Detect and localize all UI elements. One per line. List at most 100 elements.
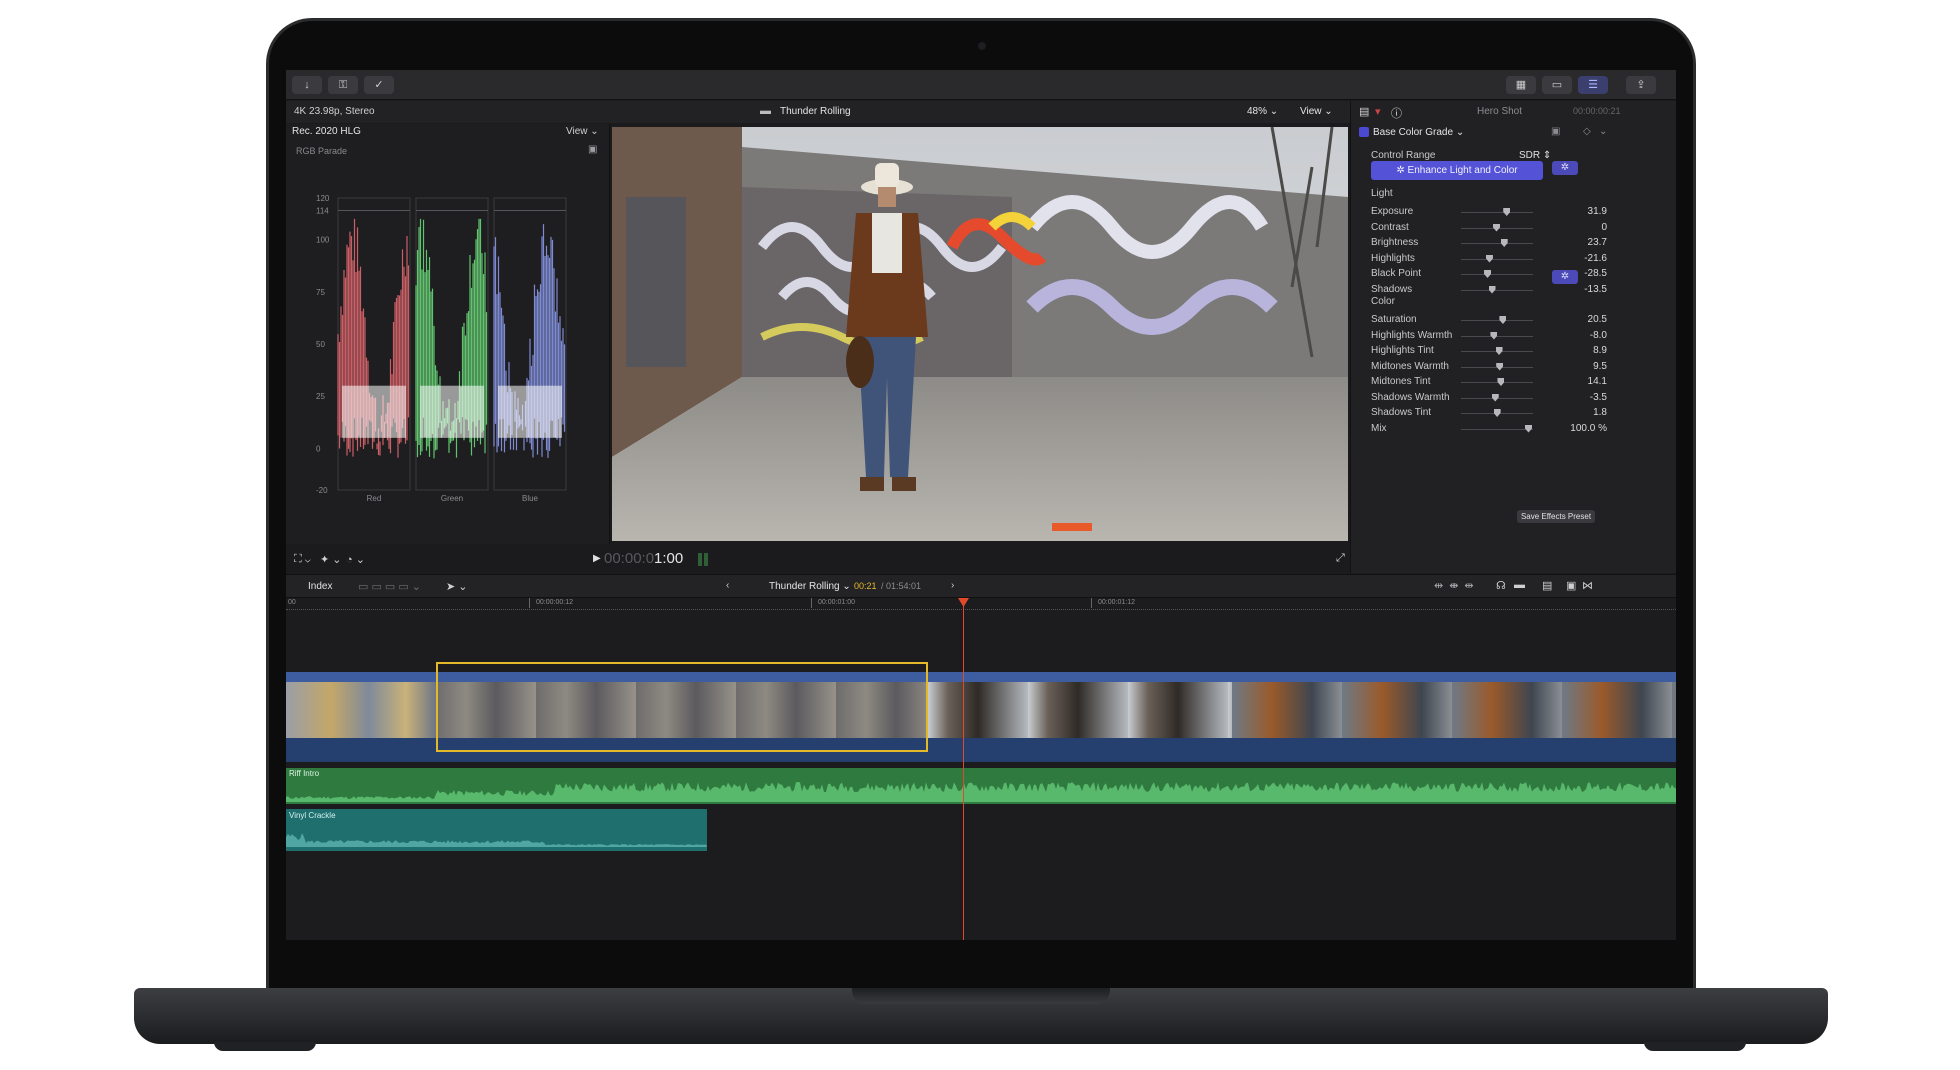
filmstrip-icon[interactable]: ▭ bbox=[1542, 76, 1572, 94]
share-icon[interactable]: ⇪ bbox=[1626, 76, 1656, 94]
param-row-mix[interactable]: Mix 100.0 % bbox=[1371, 421, 1607, 437]
info-icon[interactable]: ⓘ bbox=[1391, 105, 1402, 121]
param-value[interactable]: 23.7 bbox=[1557, 237, 1607, 248]
save-effects-preset-button[interactable]: Save Effects Preset bbox=[1517, 510, 1595, 523]
timeline-view-controls-icon[interactable]: ⇹⇼⇹ bbox=[1434, 579, 1480, 592]
speed-gauge-icon[interactable]: ◔ ⌄ bbox=[346, 553, 365, 566]
param-slider-knob[interactable] bbox=[1500, 239, 1508, 247]
audio-clip-vinyl-crackle[interactable]: Vinyl Crackle bbox=[286, 809, 707, 851]
scope-channel-label: Blue bbox=[522, 494, 539, 503]
param-row-midtones-warmth[interactable]: Midtones Warmth 9.5 bbox=[1371, 359, 1607, 375]
zoom-menu[interactable]: 48% ⌄ bbox=[1247, 106, 1278, 117]
param-row-exposure[interactable]: Exposure 31.9 bbox=[1371, 204, 1607, 220]
param-row-midtones-tint[interactable]: Midtones Tint 14.1 bbox=[1371, 374, 1607, 390]
param-value[interactable]: 0 bbox=[1557, 222, 1607, 233]
audio-meter-right bbox=[704, 553, 708, 566]
checkmark-circle-icon[interactable]: ✓ bbox=[364, 76, 394, 94]
param-slider-track[interactable] bbox=[1461, 258, 1533, 260]
timeline-project-menu[interactable]: Thunder Rolling ⌄ bbox=[769, 581, 851, 592]
param-row-brightness[interactable]: Brightness 23.7 bbox=[1371, 235, 1607, 251]
audio-clip-riff-intro[interactable]: Riff Intro bbox=[286, 768, 1676, 804]
param-slider-knob[interactable] bbox=[1497, 378, 1505, 386]
chevron-down-icon[interactable]: ⌄ bbox=[1599, 126, 1607, 137]
transitions-browser-icon[interactable]: ⋈ bbox=[1582, 579, 1593, 592]
param-slider-knob[interactable] bbox=[1491, 393, 1499, 402]
param-row-highlights-tint[interactable]: Highlights Tint 8.9 bbox=[1371, 343, 1607, 359]
param-slider-knob[interactable] bbox=[1488, 285, 1496, 294]
param-slider-track[interactable] bbox=[1461, 382, 1533, 383]
param-slider-track[interactable] bbox=[1461, 212, 1533, 213]
timeline-settings-icon[interactable]: ▤ bbox=[1542, 579, 1552, 592]
clip-profile-04[interactable]: Profile 04 bbox=[1232, 672, 1676, 762]
playhead[interactable] bbox=[963, 598, 964, 940]
param-slider-track[interactable] bbox=[1461, 274, 1533, 275]
timeline[interactable]: 00 00:00:00:12 00:00:01:00 00:00:01:12 C… bbox=[286, 598, 1676, 940]
color-magic-wand-icon[interactable]: ✲ bbox=[1552, 270, 1578, 284]
light-magic-wand-icon[interactable]: ✲ bbox=[1552, 161, 1578, 175]
param-value[interactable]: -3.5 bbox=[1557, 392, 1607, 403]
filmstrip-icon[interactable]: ▤ bbox=[1359, 105, 1369, 118]
param-slider-knob[interactable] bbox=[1493, 409, 1501, 417]
enhance-wand-icon[interactable]: ✦ ⌄ bbox=[320, 553, 342, 566]
headphones-icon[interactable]: ☊ bbox=[1496, 579, 1506, 592]
param-value[interactable]: 31.9 bbox=[1557, 206, 1607, 217]
param-value[interactable]: 100.0 % bbox=[1557, 423, 1607, 434]
effect-preview-icon[interactable]: ▣ bbox=[1551, 126, 1560, 137]
keyframe-icon[interactable]: ◇ bbox=[1583, 126, 1591, 137]
param-slider-track[interactable] bbox=[1461, 320, 1533, 321]
timeline-ruler[interactable]: 00 00:00:00:12 00:00:01:00 00:00:01:12 bbox=[286, 598, 1676, 610]
param-slider-track[interactable] bbox=[1461, 243, 1533, 244]
param-slider-knob[interactable] bbox=[1525, 424, 1532, 433]
key-icon[interactable]: ⚿ bbox=[328, 76, 358, 94]
grid-icon[interactable]: ▦ bbox=[1506, 76, 1536, 94]
arrow-tool-icon[interactable]: ➤ ⌄ bbox=[446, 580, 468, 593]
param-row-highlights[interactable]: Highlights -21.6 bbox=[1371, 251, 1607, 267]
param-value[interactable]: -13.5 bbox=[1557, 284, 1607, 295]
param-slider-knob[interactable] bbox=[1495, 347, 1503, 355]
color-board-icon[interactable]: ▾ bbox=[1375, 105, 1381, 118]
param-value[interactable]: 14.1 bbox=[1557, 376, 1607, 387]
ruler-tick bbox=[1091, 598, 1092, 608]
effect-name-menu[interactable]: Base Color Grade ⌄ bbox=[1373, 127, 1464, 138]
back-icon[interactable]: ‹ bbox=[726, 580, 729, 591]
control-range-select[interactable]: SDR ⇕ bbox=[1519, 150, 1551, 161]
inspector-sliders-icon[interactable]: ☰ bbox=[1578, 76, 1608, 94]
param-slider-knob[interactable] bbox=[1485, 254, 1493, 263]
fullscreen-icon[interactable]: ⤢ bbox=[1336, 552, 1345, 565]
transform-icon[interactable]: ⛶ ⌄ bbox=[294, 553, 311, 566]
param-slider-knob[interactable] bbox=[1503, 208, 1511, 216]
param-row-highlights-warmth[interactable]: Highlights Warmth -8.0 bbox=[1371, 328, 1607, 344]
viewer-view-menu[interactable]: View ⌄ bbox=[1300, 106, 1333, 117]
param-row-saturation[interactable]: Saturation 20.5 bbox=[1371, 312, 1607, 328]
download-icon[interactable]: ↓ bbox=[292, 76, 322, 94]
scope-settings-icon[interactable]: ▣ bbox=[588, 144, 597, 155]
clip-city-street-03[interactable]: City Street 03 bbox=[286, 672, 436, 762]
edit-tools-icon[interactable]: ▭ ▭ ▭ ▭ ⌄ bbox=[358, 580, 421, 593]
param-slider-knob[interactable] bbox=[1484, 270, 1492, 278]
effect-enable-checkbox[interactable] bbox=[1359, 127, 1369, 137]
clip-appearance-icon[interactable]: ▬ bbox=[1514, 579, 1525, 591]
param-value[interactable]: 1.8 bbox=[1557, 407, 1607, 418]
param-value[interactable]: -8.0 bbox=[1557, 330, 1607, 341]
effects-browser-icon[interactable]: ▣ bbox=[1566, 579, 1576, 592]
clip-profile-02[interactable]: Profile 02 bbox=[928, 672, 1232, 762]
param-slider-track[interactable] bbox=[1461, 428, 1533, 430]
param-slider-knob[interactable] bbox=[1493, 223, 1500, 232]
param-slider-track[interactable] bbox=[1461, 289, 1533, 291]
param-slider-knob[interactable] bbox=[1490, 331, 1498, 340]
param-value[interactable]: 20.5 bbox=[1557, 314, 1607, 325]
laptop-foot bbox=[1644, 1042, 1746, 1051]
forward-icon[interactable]: › bbox=[951, 580, 954, 591]
scopes-view-menu[interactable]: View ⌄ bbox=[566, 126, 599, 137]
index-button[interactable]: Index bbox=[308, 581, 332, 592]
param-row-shadows-warmth[interactable]: Shadows Warmth -3.5 bbox=[1371, 390, 1607, 406]
param-value[interactable]: -21.6 bbox=[1557, 253, 1607, 264]
param-value[interactable]: 9.5 bbox=[1557, 361, 1607, 372]
param-value[interactable]: 8.9 bbox=[1557, 345, 1607, 356]
param-slider-knob[interactable] bbox=[1496, 362, 1504, 371]
play-icon[interactable]: ▶ bbox=[593, 553, 601, 564]
param-slider-knob[interactable] bbox=[1499, 316, 1507, 324]
enhance-light-color-button[interactable]: ✲ Enhance Light and Color bbox=[1371, 161, 1543, 180]
param-row-shadows-tint[interactable]: Shadows Tint 1.8 bbox=[1371, 405, 1607, 421]
param-row-contrast[interactable]: Contrast 0 bbox=[1371, 220, 1607, 236]
